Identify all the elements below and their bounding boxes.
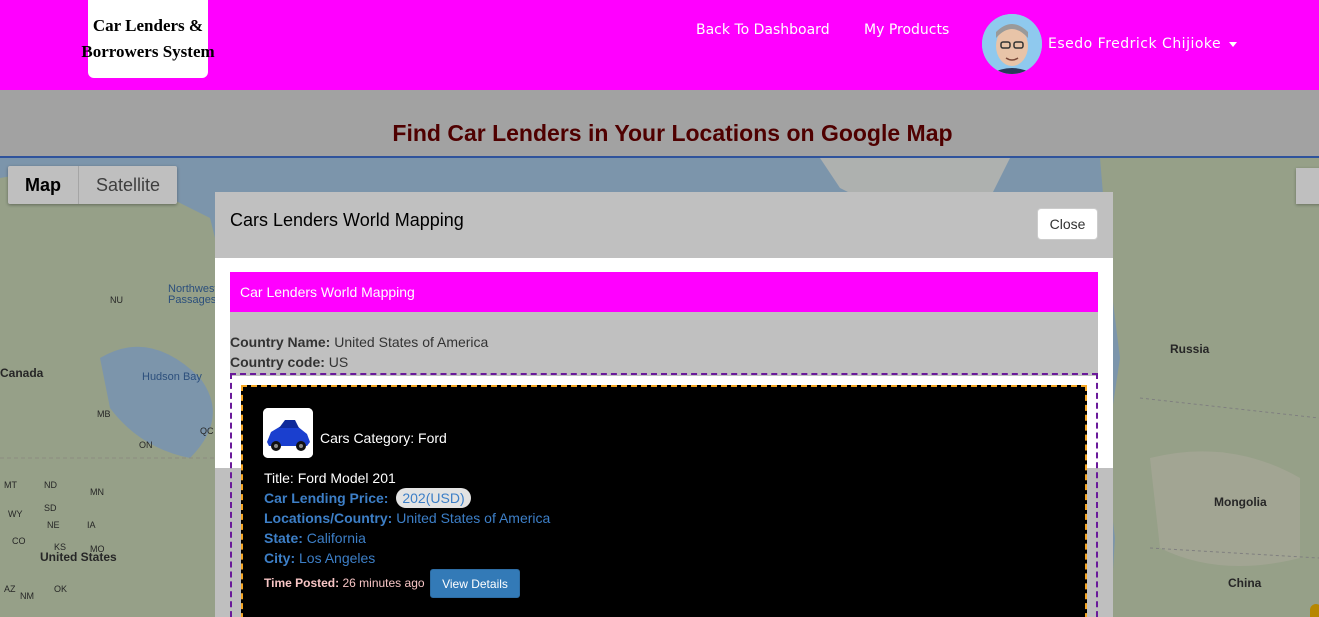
car-thumbnail — [263, 408, 313, 458]
mapping-modal: Cars Lenders World Mapping Close Car Len… — [215, 192, 1113, 617]
state-label: State: — [264, 530, 303, 546]
modal-header: Cars Lenders World Mapping Close — [215, 192, 1113, 258]
price-label: Car Lending Price: — [264, 490, 389, 506]
city-value: Los Angeles — [299, 550, 376, 566]
panel-heading: Car Lenders World Mapping — [230, 272, 1098, 312]
state-value: California — [306, 530, 366, 546]
price-badge: 202(USD) — [396, 488, 471, 508]
state-row: State: California — [264, 530, 366, 546]
country-code-label: Country code: — [230, 354, 325, 370]
listing-title-row: Title: Ford Model 201 — [264, 470, 396, 486]
time-posted-label: Time Posted: — [264, 576, 340, 590]
modal-title: Cars Lenders World Mapping — [230, 210, 464, 230]
logo-line-2: Borrowers System — [81, 42, 215, 61]
car-category-label: Cars Category: — [320, 430, 415, 446]
chevron-down-icon — [1229, 41, 1238, 47]
country-name-row: Country Name: United States of America — [230, 334, 488, 350]
listing-title-label: Title: — [264, 470, 294, 486]
close-button[interactable]: Close — [1037, 208, 1098, 240]
view-details-button[interactable]: View Details — [430, 569, 520, 598]
country-code-row: Country code: US — [230, 354, 348, 370]
city-row: City: Los Angeles — [264, 550, 375, 566]
user-menu[interactable]: Esedo Fredrick Chijioke — [982, 14, 1238, 74]
avatar — [982, 14, 1042, 74]
country-code-value: US — [328, 354, 349, 370]
location-value: United States of America — [396, 510, 551, 526]
time-posted-value: 26 minutes ago — [342, 576, 425, 590]
country-name-label: Country Name: — [230, 334, 331, 350]
city-label: City: — [264, 550, 296, 566]
location-row: Locations/Country: United States of Amer… — [264, 510, 550, 526]
price-row: Car Lending Price: 202(USD) — [264, 488, 471, 508]
nav-back-to-dashboard[interactable]: Back To Dashboard — [696, 22, 830, 38]
location-label: Locations/Country: — [264, 510, 393, 526]
country-name-value: United States of America — [334, 334, 489, 350]
listing-title-value: Ford Model 201 — [297, 470, 396, 486]
nav-my-products[interactable]: My Products — [864, 22, 949, 38]
logo-line-1: Car Lenders & — [92, 16, 204, 35]
user-name: Esedo Fredrick Chijioke — [1048, 36, 1222, 52]
time-posted-row: Time Posted: 26 minutes ago — [264, 576, 425, 590]
car-category-value: Ford — [418, 430, 447, 446]
car-category: Cars Category: Ford — [320, 430, 447, 446]
top-navbar: Car Lenders & Borrowers System Back To D… — [0, 0, 1319, 90]
brand-logo[interactable]: Car Lenders & Borrowers System — [81, 0, 215, 78]
country-info: Country Name: United States of America C… — [230, 312, 1098, 376]
